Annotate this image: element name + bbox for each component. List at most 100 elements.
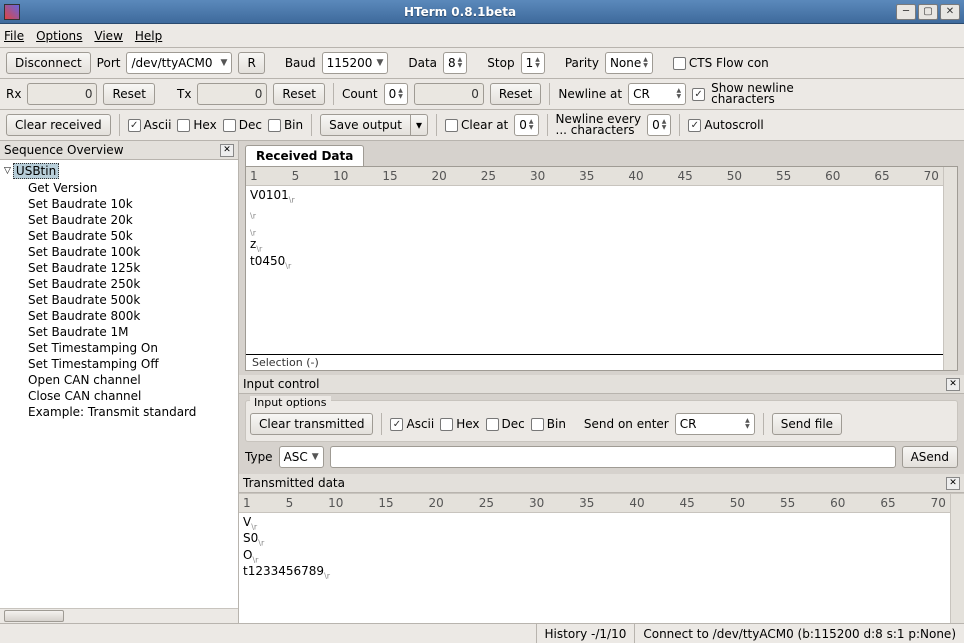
tree-item[interactable]: Example: Transmit standard [0, 404, 238, 420]
clear-at-spin[interactable]: 0▲▼ [514, 114, 538, 136]
tree-item[interactable]: Get Version [0, 180, 238, 196]
toolbar-display: Clear received ✓Ascii Hex Dec Bin Save o… [0, 110, 964, 141]
input-control-close-icon[interactable]: ✕ [946, 378, 960, 391]
send-on-enter-label: Send on enter [584, 417, 669, 431]
type-mode-select[interactable]: ASC▼ [279, 446, 324, 468]
tree-item[interactable]: Set Baudrate 10k [0, 196, 238, 212]
tree-item[interactable]: Close CAN channel [0, 388, 238, 404]
reset-rx-button[interactable]: Reset [103, 83, 155, 105]
tree-item[interactable]: Set Timestamping Off [0, 356, 238, 372]
sequence-sidebar: Sequence Overview ✕ ▽ USBtin Get Version… [0, 141, 239, 623]
sidebar-scrollbar[interactable] [0, 608, 238, 623]
rx-count: 0 [27, 83, 97, 105]
rx-label: Rx [6, 87, 21, 101]
titlebar: HTerm 0.8.1beta ─ ▢ ✕ [0, 0, 964, 24]
count-readout: 0 [414, 83, 484, 105]
autoscroll-checkbox[interactable]: ✓Autoscroll [688, 118, 763, 132]
tree-item[interactable]: Set Timestamping On [0, 340, 238, 356]
transmitted-close-icon[interactable]: ✕ [946, 477, 960, 490]
tree-item[interactable]: Set Baudrate 800k [0, 308, 238, 324]
tx-count: 0 [197, 83, 267, 105]
type-input[interactable] [330, 446, 896, 468]
sidebar-title: Sequence Overview [4, 143, 124, 157]
menubar: File Options View Help [0, 24, 964, 48]
tx-hex-checkbox[interactable]: Hex [440, 417, 479, 431]
minimize-button[interactable]: ─ [896, 4, 916, 20]
clear-transmitted-button[interactable]: Clear transmitted [250, 413, 373, 435]
baud-select[interactable]: 115200▼ [322, 52, 389, 74]
menu-file[interactable]: File [4, 29, 24, 43]
selection-info: Selection (-) [246, 354, 943, 370]
menu-help[interactable]: Help [135, 29, 162, 43]
menu-options[interactable]: Options [36, 29, 82, 43]
clear-received-button[interactable]: Clear received [6, 114, 111, 136]
tree-item[interactable]: Set Baudrate 250k [0, 276, 238, 292]
expand-icon[interactable]: ▽ [4, 166, 11, 176]
count-spin[interactable]: 0▲▼ [384, 83, 408, 105]
tree-root[interactable]: ▽ USBtin [0, 162, 238, 180]
stop-bits-spin[interactable]: 1▲▼ [521, 52, 545, 74]
newline-at-select[interactable]: CR▲▼ [628, 83, 686, 105]
tx-dec-checkbox[interactable]: Dec [486, 417, 525, 431]
connection-status: Connect to /dev/ttyACM0 (b:115200 d:8 s:… [634, 624, 964, 643]
data-bits-spin[interactable]: 8▲▼ [443, 52, 467, 74]
close-button[interactable]: ✕ [940, 4, 960, 20]
tree-item[interactable]: Open CAN channel [0, 372, 238, 388]
bin-checkbox[interactable]: Bin [268, 118, 303, 132]
transmitted-ruler: 1510152025303540455055606570 [239, 494, 950, 513]
cts-flow-checkbox[interactable]: CTS Flow con [673, 56, 769, 70]
disconnect-button[interactable]: Disconnect [6, 52, 91, 74]
asend-button[interactable]: ASend [902, 446, 958, 468]
tree-item[interactable]: Set Baudrate 50k [0, 228, 238, 244]
transmitted-title: Transmitted data [243, 476, 345, 490]
tree-item[interactable]: Set Baudrate 20k [0, 212, 238, 228]
reload-ports-button[interactable]: R [238, 52, 264, 74]
tx-label: Tx [177, 87, 191, 101]
save-output-button[interactable]: Save output [320, 114, 411, 136]
window-title: HTerm 0.8.1beta [24, 5, 896, 19]
tree-item[interactable]: Set Baudrate 125k [0, 260, 238, 276]
tree-item[interactable]: Set Baudrate 500k [0, 292, 238, 308]
toolbar-connection: Disconnect Port /dev/ttyACM0▼ R Baud 115… [0, 48, 964, 79]
parity-select[interactable]: None▲▼ [605, 52, 653, 74]
reset-count-button[interactable]: Reset [490, 83, 542, 105]
newline-at-label: Newline at [558, 87, 622, 101]
tree-item[interactable]: Set Baudrate 1M [0, 324, 238, 340]
tx-bin-checkbox[interactable]: Bin [531, 417, 566, 431]
chevron-down-icon: ▼ [376, 58, 383, 68]
transmitted-scrollbar[interactable] [950, 494, 964, 623]
sequence-tree[interactable]: ▽ USBtin Get VersionSet Baudrate 10kSet … [0, 160, 238, 608]
tree-root-label[interactable]: USBtin [13, 163, 59, 179]
ascii-checkbox[interactable]: ✓Ascii [128, 118, 172, 132]
count-label: Count [342, 87, 378, 101]
newline-every-label2: ... characters [556, 125, 642, 136]
received-data[interactable]: V0101\r\r\rz\rt0450\r [246, 186, 943, 354]
stop-label: Stop [487, 56, 514, 70]
hex-checkbox[interactable]: Hex [177, 118, 216, 132]
save-output-dropdown[interactable]: ▾ [411, 114, 428, 136]
dec-checkbox[interactable]: Dec [223, 118, 262, 132]
input-options-title: Input options [250, 396, 331, 409]
transmitted-data[interactable]: V\rS0\rO\rt1233456789\r [239, 513, 950, 623]
sidebar-close-icon[interactable]: ✕ [220, 144, 234, 157]
type-label: Type [245, 450, 273, 464]
input-control-title: Input control [243, 377, 319, 391]
show-newline-checkbox[interactable]: ✓ [692, 88, 705, 101]
menu-view[interactable]: View [94, 29, 122, 43]
send-on-enter-select[interactable]: CR▲▼ [675, 413, 755, 435]
tree-item[interactable]: Set Baudrate 100k [0, 244, 238, 260]
chevron-down-icon: ▼ [221, 58, 228, 68]
maximize-button[interactable]: ▢ [918, 4, 938, 20]
port-select[interactable]: /dev/ttyACM0▼ [126, 52, 232, 74]
send-file-button[interactable]: Send file [772, 413, 842, 435]
tx-ascii-checkbox[interactable]: ✓Ascii [390, 417, 434, 431]
received-tab[interactable]: Received Data [245, 145, 364, 166]
received-scrollbar[interactable] [943, 167, 957, 370]
clear-at-checkbox[interactable]: Clear at [445, 118, 508, 132]
parity-label: Parity [565, 56, 599, 70]
reset-tx-button[interactable]: Reset [273, 83, 325, 105]
newline-every-spin[interactable]: 0▲▼ [647, 114, 671, 136]
chevron-down-icon: ▼ [312, 452, 319, 462]
toolbar-counters: Rx 0 Reset Tx 0 Reset Count 0▲▼ 0 Reset … [0, 79, 964, 110]
show-newline-label2: characters [711, 94, 794, 105]
